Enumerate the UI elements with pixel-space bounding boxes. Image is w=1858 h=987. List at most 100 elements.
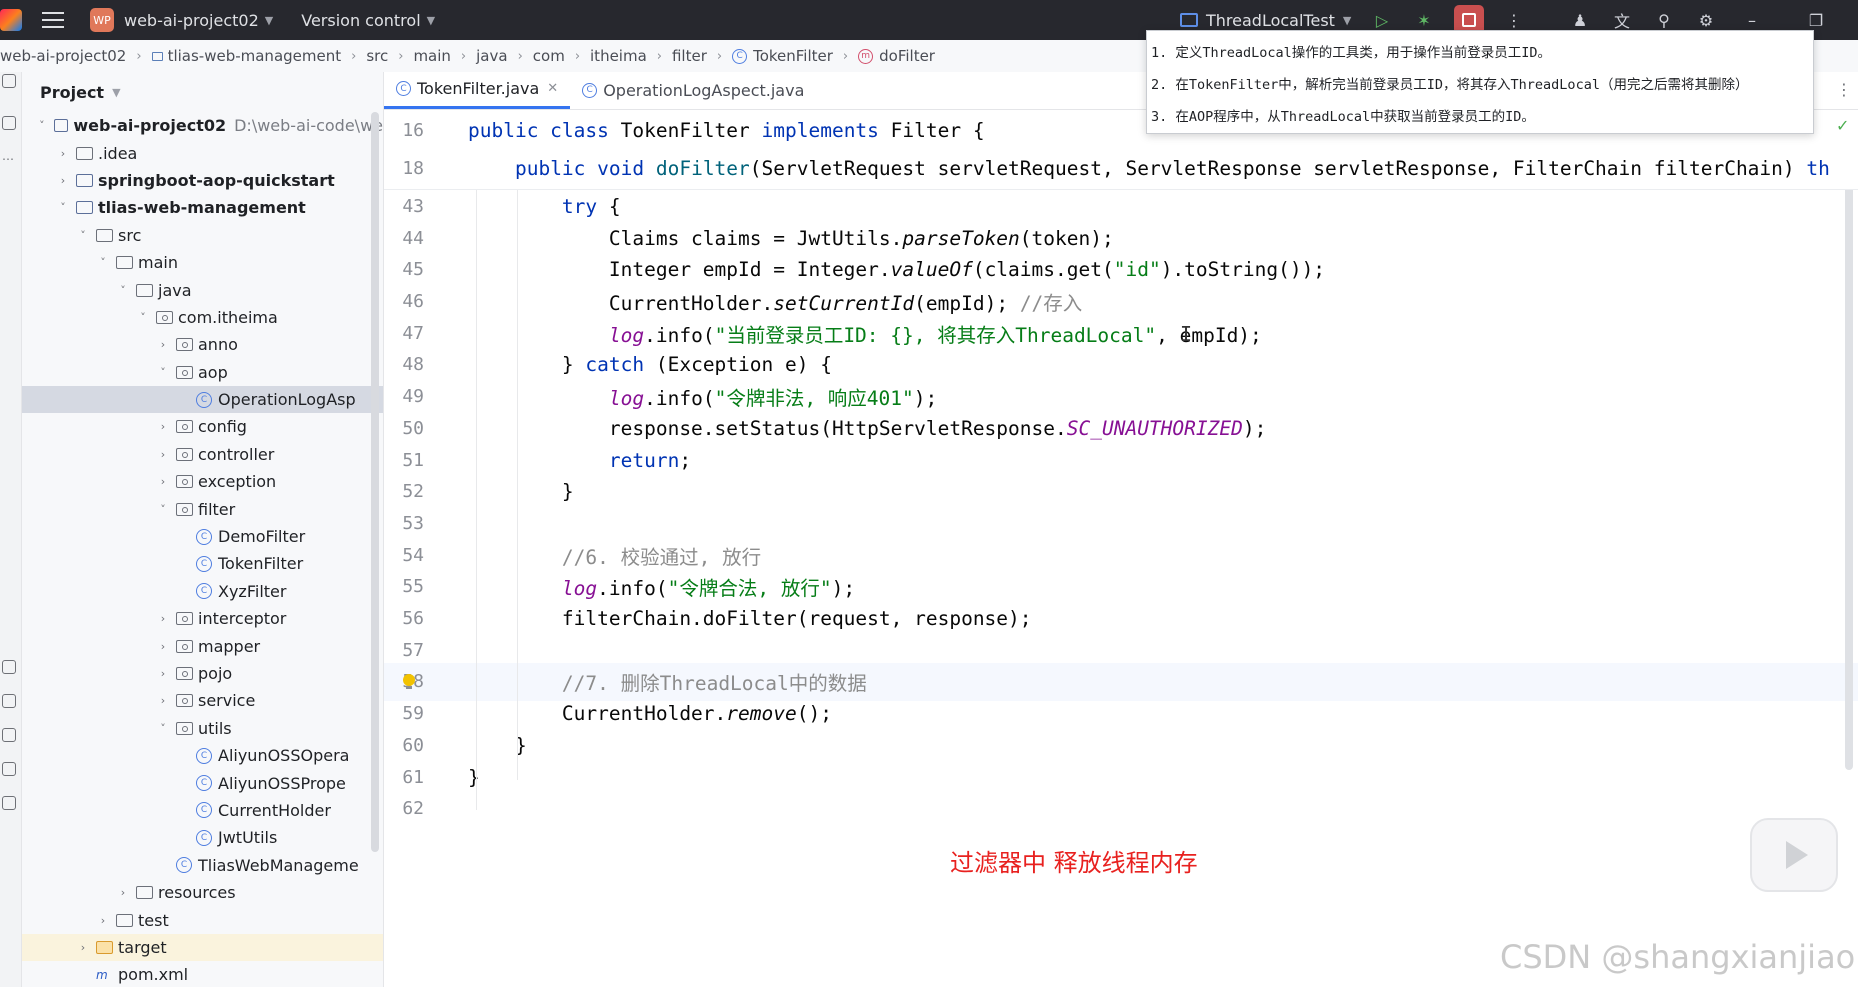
tree-item[interactable]: › service	[22, 687, 383, 714]
chevron-down-icon[interactable]: ˅	[56, 201, 70, 214]
tree-item[interactable]: ˅ utils	[22, 715, 383, 742]
chevron-right-icon[interactable]: ›	[156, 640, 170, 653]
breadcrumb-item[interactable]: web-ai-project02	[0, 47, 126, 65]
chevron-down-icon[interactable]: ˅	[136, 311, 150, 324]
breadcrumb-item[interactable]: C TokenFilter	[732, 47, 833, 65]
chevron-down-icon[interactable]: ˅	[156, 366, 170, 379]
breadcrumb-item[interactable]: tlias-web-management	[151, 47, 341, 65]
chevron-down-icon[interactable]: ˅	[156, 722, 170, 735]
chevron-right-icon[interactable]: ›	[156, 612, 170, 625]
intellij-logo-icon[interactable]	[0, 9, 22, 31]
tree-item[interactable]: › .idea	[22, 139, 383, 166]
code-token: Integer empId = Integer.	[468, 258, 891, 282]
breadcrumb-item[interactable]: java	[476, 47, 507, 65]
video-play-icon[interactable]	[1750, 818, 1838, 892]
run-tool-icon[interactable]	[2, 728, 16, 742]
tree-item[interactable]: › mapper	[22, 632, 383, 659]
close-icon[interactable]: ✕	[547, 81, 558, 96]
restore-icon[interactable]: ❐	[1804, 8, 1828, 32]
chevron-right-icon[interactable]: ›	[96, 914, 110, 927]
inspection-ok-icon[interactable]: ✓	[1836, 116, 1849, 135]
tree-item[interactable]: › anno	[22, 331, 383, 358]
breadcrumb-item[interactable]: filter	[672, 47, 707, 65]
run-icon[interactable]: ▷	[1370, 8, 1394, 32]
breadcrumb-item[interactable]: src	[366, 47, 388, 65]
breadcrumb-item[interactable]: com	[533, 47, 565, 65]
chevron-right-icon[interactable]: ›	[156, 667, 170, 680]
chevron-right-icon[interactable]: ›	[156, 475, 170, 488]
tree-item[interactable]: C TliasWebManageme	[22, 852, 383, 879]
tree-item[interactable]: C TokenFilter	[22, 550, 383, 577]
chevron-right-icon[interactable]: ›	[56, 147, 70, 160]
tree-item[interactable]: › exception	[22, 468, 383, 495]
tree-item[interactable]: › pojo	[22, 660, 383, 687]
terminal-tool-icon[interactable]	[2, 762, 16, 776]
breadcrumb-item[interactable]: m doFilter	[858, 47, 935, 65]
code-token: }	[468, 765, 480, 789]
project-scrollbar[interactable]	[371, 112, 379, 852]
project-switcher[interactable]: web-ai-project02 ▼	[124, 11, 273, 30]
chevron-right-icon[interactable]: ›	[156, 448, 170, 461]
more-actions-icon[interactable]: ⋮	[1502, 8, 1526, 32]
tree-item[interactable]: C DemoFilter	[22, 523, 383, 550]
tree-item[interactable]: C CurrentHolder	[22, 797, 383, 824]
tree-item[interactable]: C AliyunOSSOpera	[22, 742, 383, 769]
tree-item[interactable]: › springboot-aop-quickstart	[22, 167, 383, 194]
tree-item[interactable]: › resources	[22, 879, 383, 906]
chevron-down-icon[interactable]: ˅	[76, 229, 90, 242]
tree-item[interactable]: C JwtUtils	[22, 824, 383, 851]
search-icon[interactable]: ⚲	[1652, 8, 1676, 32]
tree-item[interactable]: ˅ web-ai-project02 D:\web-ai-code\we	[22, 112, 383, 139]
editor-tab[interactable]: C OperationLogAspect.java	[570, 72, 816, 109]
tree-item[interactable]: ˅ com.itheima	[22, 304, 383, 331]
main-menu-icon[interactable]	[42, 12, 64, 28]
editor-scrollbar[interactable]	[1845, 150, 1853, 770]
debug-icon[interactable]: ✶	[1412, 8, 1436, 32]
tree-item[interactable]: ˅ filter	[22, 495, 383, 522]
tree-item[interactable]: › controller	[22, 441, 383, 468]
project-tool-icon[interactable]	[2, 74, 16, 88]
project-panel-header[interactable]: Project ▼	[22, 72, 383, 112]
tree-item[interactable]: m pom.xml	[22, 961, 383, 987]
chevron-right-icon[interactable]: ›	[156, 338, 170, 351]
chevron-down-icon[interactable]: ˅	[96, 256, 110, 269]
tree-item[interactable]: ˅ tlias-web-management	[22, 194, 383, 221]
chevron-right-icon[interactable]: ›	[56, 174, 70, 187]
tree-item[interactable]: › test	[22, 906, 383, 933]
tree-item[interactable]: C XyzFilter	[22, 578, 383, 605]
breadcrumb-item[interactable]: main	[413, 47, 450, 65]
chevron-down-icon[interactable]: ˅	[116, 284, 130, 297]
vcs-menu[interactable]: Version control ▼	[301, 11, 435, 30]
tree-item[interactable]: ˅ aop	[22, 359, 383, 386]
problems-tool-icon[interactable]	[2, 796, 16, 810]
code-with-me-icon[interactable]: ♟	[1568, 8, 1592, 32]
tree-item[interactable]: ˅ java	[22, 276, 383, 303]
more-options-icon[interactable]: ⋮	[1836, 80, 1852, 99]
chevron-right-icon[interactable]: ›	[116, 886, 130, 899]
tree-item[interactable]: ˅ main	[22, 249, 383, 276]
services-tool-icon[interactable]	[2, 660, 16, 674]
breadcrumb-item[interactable]: itheima	[590, 47, 647, 65]
tree-item-label: config	[198, 417, 247, 437]
chevron-right-icon[interactable]: ›	[156, 694, 170, 707]
chevron-right-icon[interactable]: ›	[76, 941, 90, 954]
chevron-right-icon[interactable]: ›	[156, 420, 170, 433]
tree-item-label: java	[158, 280, 192, 300]
build-tool-icon[interactable]	[2, 694, 16, 708]
structure-tool-icon[interactable]	[2, 116, 16, 130]
tree-item[interactable]: › config	[22, 413, 383, 440]
chevron-down-icon[interactable]: ˅	[36, 119, 48, 132]
translate-icon[interactable]: 文	[1610, 8, 1634, 32]
tree-item[interactable]: › target	[22, 933, 383, 962]
tree-item[interactable]: C AliyunOSSPrope	[22, 769, 383, 796]
editor-tab[interactable]: C TokenFilter.java ✕	[384, 72, 571, 109]
tree-item[interactable]: C OperationLogAsp	[22, 385, 383, 414]
project-badge[interactable]: WP	[90, 8, 114, 32]
minimize-icon[interactable]: –	[1740, 8, 1764, 32]
settings-gear-icon[interactable]: ⚙	[1694, 8, 1718, 32]
more-tools-icon[interactable]: ⋯	[2, 152, 16, 166]
tree-item[interactable]: ˅ src	[22, 222, 383, 249]
tree-item[interactable]: › interceptor	[22, 605, 383, 632]
chevron-down-icon[interactable]: ˅	[156, 503, 170, 516]
lightbulb-icon[interactable]	[402, 673, 416, 690]
